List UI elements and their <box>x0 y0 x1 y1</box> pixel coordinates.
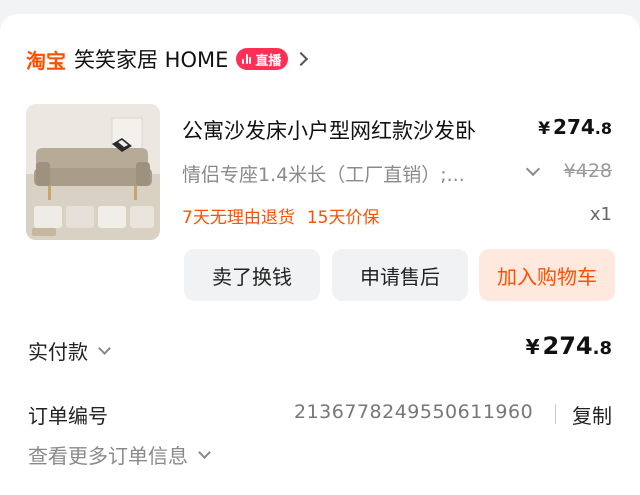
order-number-label: 订单编号 <box>28 404 108 428</box>
quantity: x1 <box>589 204 612 225</box>
shop-name[interactable]: 笑笑家居 HOME <box>74 44 228 74</box>
product-spec[interactable]: 情侣专座1.4米长（工厂直销）;... <box>182 160 512 187</box>
live-bars-icon <box>242 54 252 64</box>
add-to-cart-button[interactable]: 加入购物车 <box>479 249 615 301</box>
product-title[interactable]: 公寓沙发床小户型网红款沙发卧 <box>182 115 522 145</box>
paid-amount: ¥274.8 <box>526 332 612 360</box>
taobao-logo: 淘宝 <box>26 48 66 73</box>
service-tags: 7天无理由退货 15天价保 <box>182 203 379 228</box>
more-order-info-toggle[interactable]: 查看更多订单信息 <box>28 440 211 469</box>
more-order-info-label: 查看更多订单信息 <box>28 444 188 468</box>
tag-return: 7天无理由退货 <box>182 208 295 228</box>
original-price: ¥428 <box>563 160 612 182</box>
paid-symbol: ¥ <box>525 335 540 359</box>
shop-header[interactable]: 淘宝 笑笑家居 HOME 直播 <box>26 42 309 76</box>
paid-dec: .8 <box>592 338 612 359</box>
tag-price-protect: 15天价保 <box>306 208 380 228</box>
copy-button[interactable]: 复制 <box>572 400 612 429</box>
chevron-down-icon <box>98 341 111 355</box>
live-badge-label: 直播 <box>255 53 282 69</box>
price-dec: .8 <box>594 119 612 138</box>
paid-label: 实付款 <box>28 340 88 364</box>
unit-price: ¥274.8 <box>538 115 612 139</box>
order-number: 2136778249550611960 <box>294 401 534 423</box>
chevron-right-icon[interactable] <box>294 51 309 67</box>
paid-amount-toggle[interactable]: 实付款 <box>28 336 111 365</box>
price-symbol: ¥ <box>538 119 551 139</box>
sell-button[interactable]: 卖了换钱 <box>184 249 320 301</box>
live-badge[interactable]: 直播 <box>236 48 289 70</box>
price-int: 274 <box>553 115 595 139</box>
paid-int: 274 <box>542 332 593 360</box>
divider <box>555 404 556 424</box>
product-thumbnail[interactable] <box>26 104 160 240</box>
after-sale-button[interactable]: 申请售后 <box>332 249 468 301</box>
chevron-down-icon <box>198 445 211 459</box>
